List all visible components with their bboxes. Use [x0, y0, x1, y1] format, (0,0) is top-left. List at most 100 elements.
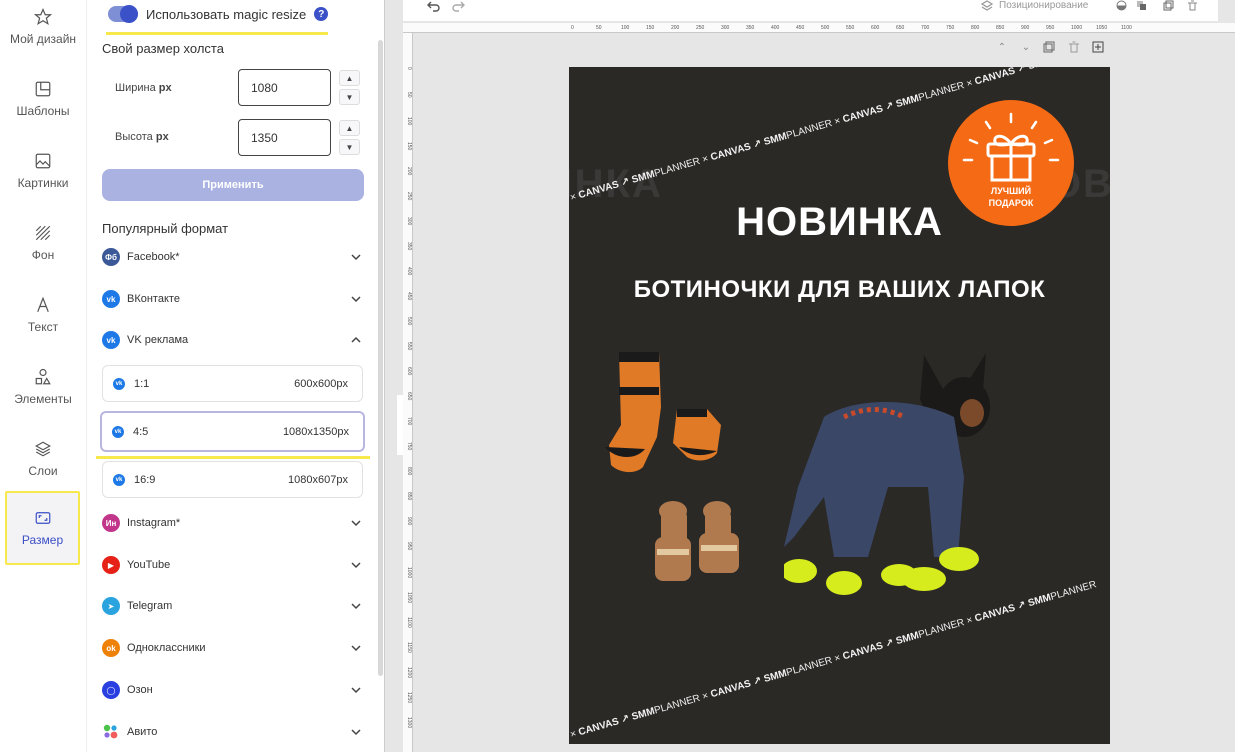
network-row-youtube[interactable]: ▶ YouTube — [102, 553, 362, 577]
rail-item-templates[interactable]: Шаблоны — [0, 66, 86, 132]
add-page-icon[interactable] — [1092, 41, 1104, 53]
network-label: Одноклассники — [127, 642, 206, 654]
ruler-tick-label: 900 — [1021, 25, 1030, 31]
undo-icon[interactable] — [427, 0, 441, 12]
magic-resize-toggle[interactable] — [108, 5, 138, 23]
rail-label: Фон — [31, 248, 55, 262]
ruler-tick-label: 1100 — [406, 617, 412, 628]
redo-icon[interactable] — [451, 0, 465, 12]
telegram-icon: ➤ — [102, 597, 120, 615]
rail-item-my-design[interactable]: Мой дизайн — [0, 0, 86, 60]
network-label: Авито — [127, 726, 158, 738]
pattern-icon — [35, 225, 51, 241]
ruler-tick-label: 150 — [646, 25, 655, 31]
ruler-tick-label: 250 — [406, 192, 412, 201]
network-row-avito[interactable]: Авито — [102, 720, 362, 744]
height-input[interactable]: 1350 — [238, 119, 331, 156]
instagram-icon: Ин — [102, 514, 120, 532]
template-icon — [35, 81, 51, 97]
custom-size-title: Свой размер холста — [102, 41, 224, 56]
ruler-tick-label: 750 — [406, 442, 412, 451]
vk-icon: vk — [102, 331, 120, 349]
network-row-telegram[interactable]: ➤ Telegram — [102, 594, 362, 618]
apply-button[interactable]: Применить — [102, 169, 364, 201]
ruler-tick-label: 150 — [406, 142, 412, 151]
duplicate-icon[interactable] — [1163, 0, 1174, 11]
facebook-icon: Фб — [102, 248, 120, 266]
shapes-icon — [35, 368, 51, 385]
network-label: YouTube — [127, 559, 171, 571]
format-card-16-9[interactable]: vk 16:9 1080x607px — [102, 461, 363, 498]
chevron-down-icon — [351, 520, 361, 527]
rail-item-size[interactable]: Размер — [5, 491, 80, 565]
network-row-instagram[interactable]: Ин Instagram* — [102, 511, 362, 535]
height-increment-button[interactable]: ▲ — [339, 120, 360, 136]
ruler-tick-label: 200 — [671, 25, 680, 31]
format-card-4-5[interactable]: vk 4:5 1080x1350px — [100, 411, 365, 452]
ruler-tick-label: 350 — [746, 25, 755, 31]
ruler-tick-label: 350 — [406, 242, 412, 251]
positioning-button[interactable]: Позиционирование — [999, 0, 1088, 11]
badge-text: ЛУЧШИЙ ПОДАРОК — [988, 186, 1034, 208]
trash-icon[interactable] — [1187, 0, 1198, 11]
ruler-tick-label: 200 — [406, 167, 412, 176]
format-ratio: 4:5 — [133, 425, 149, 438]
format-card-1-1[interactable]: vk 1:1 600x600px — [102, 365, 363, 402]
network-row-facebook[interactable]: Фб Facebook* — [102, 245, 362, 269]
network-row-odnoklassniki[interactable]: ok Одноклассники — [102, 636, 362, 660]
arrange-icon[interactable] — [1136, 0, 1147, 11]
design-canvas[interactable]: НОВИНКА НОВИНКА × CANVAS ↗ SMMPLANNER × … — [569, 67, 1110, 744]
move-up-icon[interactable]: ⌃ — [996, 41, 1008, 53]
orange-boots-image — [605, 352, 721, 473]
ruler-tick-label: 450 — [796, 25, 805, 31]
network-row-ozon[interactable]: ◯ Озон — [102, 678, 362, 702]
rail-item-elements[interactable]: Элементы — [0, 354, 86, 420]
move-down-icon[interactable]: ⌄ — [1020, 41, 1032, 53]
help-icon[interactable]: ? — [314, 7, 329, 21]
rail-item-pictures[interactable]: Картинки — [0, 138, 86, 204]
rail-label: Элементы — [14, 392, 72, 406]
width-increment-button[interactable]: ▲ — [339, 70, 360, 86]
network-row-vk-ads[interactable]: vk VK реклама — [102, 328, 362, 352]
rail-label: Шаблоны — [16, 104, 70, 118]
rail-item-layers[interactable]: Слои — [0, 426, 86, 492]
resize-icon — [35, 512, 50, 524]
layers-icon — [35, 441, 51, 457]
format-ratio: 16:9 — [134, 473, 156, 486]
ruler-tick-label: 250 — [696, 25, 705, 31]
network-row-vkontakte[interactable]: vk ВКонтакте — [102, 287, 362, 311]
ruler-tick-label: 1250 — [406, 692, 412, 704]
panel-scrollbar[interactable] — [378, 40, 383, 676]
ruler-tick-label: 600 — [406, 367, 412, 376]
ruler-tick-label: 1050 — [406, 592, 412, 604]
height-decrement-button[interactable]: ▼ — [339, 139, 360, 155]
canvas-subtitle[interactable]: БОТИНОЧКИ ДЛЯ ВАШИХ ЛАПОК — [569, 276, 1110, 304]
vk-icon: vk — [113, 377, 125, 390]
rail-label: Картинки — [17, 176, 69, 190]
chevron-down-icon — [351, 603, 361, 610]
gift-badge[interactable]: ЛУЧШИЙ ПОДАРОК — [948, 100, 1074, 226]
ruler-tick-label: 900 — [406, 517, 412, 526]
magic-resize-row[interactable]: Использовать magic resize ? — [108, 5, 329, 23]
rail-item-text[interactable]: Текст — [0, 282, 86, 348]
delete-page-icon[interactable] — [1068, 41, 1080, 53]
ruler-tick-label: 1000 — [1071, 25, 1083, 31]
ruler-tick-label: 850 — [406, 492, 412, 501]
network-label: Telegram — [127, 600, 173, 612]
format-ratio: 1:1 — [134, 377, 150, 390]
chevron-down-icon — [351, 687, 361, 694]
ruler-tick-label: 950 — [406, 542, 412, 551]
ruler-tick-label: 1100 — [1121, 25, 1132, 31]
network-label: VK реклама — [127, 334, 189, 346]
ruler-tick-label: 850 — [996, 25, 1005, 31]
width-decrement-button[interactable]: ▼ — [339, 89, 360, 105]
highlight-underline — [96, 456, 370, 459]
opacity-icon[interactable] — [1116, 0, 1127, 11]
chevron-down-icon — [351, 562, 361, 569]
width-input[interactable]: 1080 — [238, 69, 331, 106]
width-label: Ширина px — [115, 82, 172, 94]
duplicate-page-icon[interactable] — [1043, 41, 1055, 53]
rail-item-background[interactable]: Фон — [0, 210, 86, 276]
image-icon — [35, 153, 51, 169]
ruler-tick-label: 50 — [406, 92, 412, 98]
